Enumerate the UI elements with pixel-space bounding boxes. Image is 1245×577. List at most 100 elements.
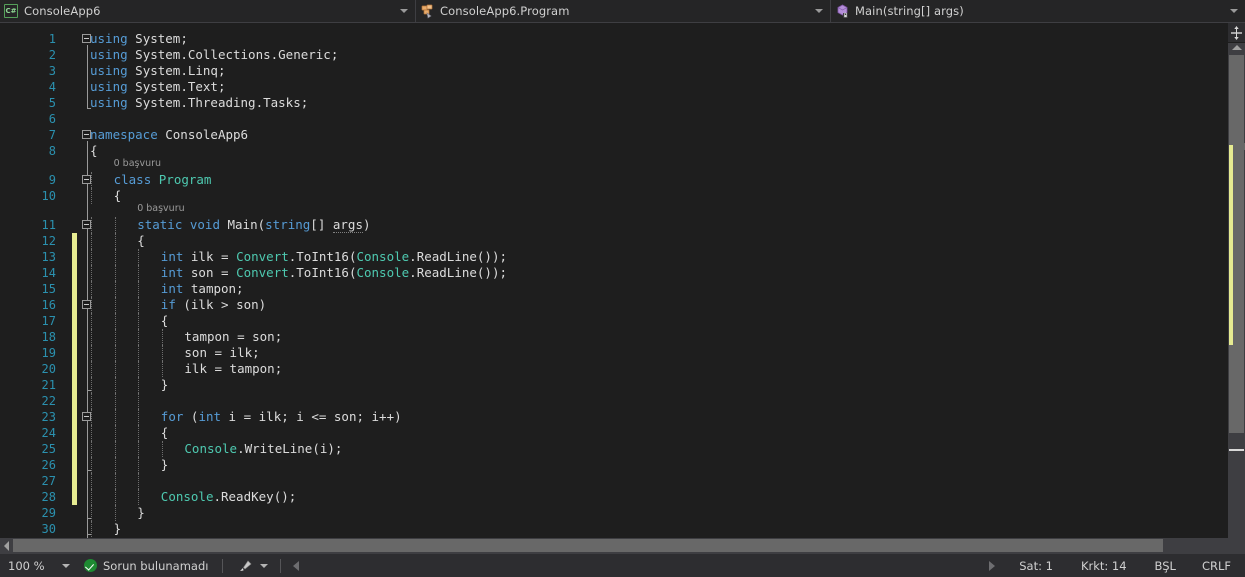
indent-guide <box>114 441 116 457</box>
code-line[interactable]: int ilk = Convert.ToInt16(Console.ReadLi… <box>161 249 507 265</box>
code-line[interactable]: { <box>161 425 169 441</box>
indent-guide <box>138 329 140 345</box>
vertical-scrollbar[interactable] <box>1228 23 1245 538</box>
indent-guide <box>91 172 92 188</box>
collapse-region-icon[interactable] <box>82 34 91 43</box>
line-number: 11 <box>41 218 56 232</box>
indent-guide <box>138 393 140 409</box>
caret-position-marker <box>1229 449 1244 451</box>
code-line[interactable]: Console.ReadKey(); <box>161 489 296 505</box>
code-line[interactable]: } <box>161 457 169 473</box>
caret-line-indicator[interactable]: Sat: 1 <box>1019 559 1053 573</box>
code-line[interactable]: ilk = tampon; <box>184 361 282 377</box>
line-number: 21 <box>41 378 56 392</box>
code-line[interactable]: { <box>114 188 122 204</box>
insert-mode-indicator[interactable]: BŞL <box>1155 559 1176 573</box>
member-selector-dropdown[interactable]: Main(string[] args) <box>831 0 1245 22</box>
code-line[interactable]: for (int i = ilk; i <= son; i++) <box>161 409 402 425</box>
line-number: 23 <box>41 410 56 424</box>
status-divider <box>280 558 282 573</box>
fold-region-line <box>87 45 88 108</box>
build-status-indicator[interactable]: Sorun bulunamadı <box>84 559 208 573</box>
success-check-icon <box>84 559 97 572</box>
code-line[interactable]: using System.Collections.Generic; <box>90 47 338 63</box>
line-number: 7 <box>48 128 56 142</box>
scroll-up-arrow[interactable] <box>1231 45 1242 50</box>
split-view-icon[interactable] <box>1228 23 1245 43</box>
chevron-down-icon[interactable] <box>260 563 269 568</box>
indent-guide <box>138 297 140 313</box>
caret-column-indicator[interactable]: Krkt: 14 <box>1081 559 1127 573</box>
code-line[interactable]: using System.Linq; <box>90 63 225 79</box>
project-selector-label: ConsoleApp6 <box>24 4 101 18</box>
horizontal-scrollbar[interactable] <box>0 538 1245 553</box>
line-number: 9 <box>48 173 56 187</box>
codelens-reference-count[interactable]: 0 başvuru <box>137 202 184 215</box>
line-number: 10 <box>41 189 56 203</box>
code-line[interactable]: int tampon; <box>161 281 244 297</box>
scroll-left-arrow[interactable] <box>4 540 9 551</box>
indent-guide <box>114 489 116 505</box>
code-line[interactable]: int son = Convert.ToInt16(Console.ReadLi… <box>161 265 507 281</box>
code-line[interactable]: tampon = son; <box>184 329 282 345</box>
codelens-reference-count[interactable]: 0 başvuru <box>114 157 161 170</box>
indent-guide <box>114 425 116 441</box>
fold-region-line <box>87 423 88 470</box>
indent-guide <box>114 393 116 409</box>
line-number: 13 <box>41 250 56 264</box>
code-line[interactable]: namespace ConsoleApp6 <box>90 127 248 143</box>
member-selector-label: Main(string[] args) <box>855 4 964 18</box>
fold-region-end <box>87 470 91 471</box>
code-line[interactable]: son = ilk; <box>184 345 259 361</box>
code-line[interactable]: using System.Text; <box>90 79 225 95</box>
nav-forward-button[interactable] <box>989 560 996 571</box>
chevron-down-icon[interactable] <box>62 563 70 568</box>
indent-guide <box>114 473 116 489</box>
class-icon <box>420 3 436 19</box>
indent-guide <box>161 441 163 457</box>
code-line[interactable]: using System; <box>90 31 188 47</box>
indent-guide <box>91 505 92 521</box>
code-line[interactable]: { <box>90 143 98 159</box>
code-line[interactable]: } <box>161 377 169 393</box>
line-number: 29 <box>41 506 56 520</box>
collapse-region-icon[interactable] <box>82 130 91 139</box>
code-line[interactable]: if (ilk > son) <box>161 297 266 313</box>
collapse-region-icon[interactable] <box>82 175 91 184</box>
project-selector-dropdown[interactable]: C# ConsoleApp6 <box>0 0 416 22</box>
fold-region-end <box>87 534 91 535</box>
chevron-down-icon[interactable] <box>815 9 823 13</box>
chevron-down-icon[interactable] <box>400 9 408 13</box>
indent-guide <box>91 345 92 361</box>
vertical-scrollbar-track[interactable] <box>1228 43 1245 538</box>
indent-guide <box>138 265 140 281</box>
build-status-label: Sorun bulunamadı <box>103 558 209 573</box>
collapse-region-icon[interactable] <box>82 220 91 229</box>
line-number: 27 <box>41 474 56 488</box>
line-number: 3 <box>48 64 56 78</box>
horizontal-scrollbar-thumb[interactable] <box>13 539 1163 552</box>
fold-region-end <box>87 108 91 109</box>
code-line[interactable]: { <box>161 313 169 329</box>
indent-guide <box>91 233 92 249</box>
indent-guide <box>161 345 163 361</box>
zoom-level-dropdown[interactable]: 100 % <box>0 554 84 577</box>
code-line[interactable]: Console.WriteLine(i); <box>184 441 342 457</box>
code-line[interactable]: using System.Threading.Tasks; <box>90 95 308 111</box>
type-selector-dropdown[interactable]: ConsoleApp6.Program <box>416 0 831 22</box>
line-ending-indicator[interactable]: CRLF <box>1202 559 1231 573</box>
code-line[interactable]: } <box>137 505 145 521</box>
line-number: 20 <box>41 362 56 376</box>
indent-guide <box>91 265 92 281</box>
code-analysis-button[interactable] <box>237 559 269 573</box>
code-editor-surface[interactable]: 1 using System; 2 using System.Collections.… <box>0 23 1228 538</box>
collapse-region-icon[interactable] <box>82 300 91 309</box>
chevron-down-icon[interactable] <box>1230 9 1238 13</box>
code-line[interactable]: { <box>137 233 145 249</box>
collapse-region-icon[interactable] <box>82 412 91 421</box>
indent-guide <box>91 457 92 473</box>
nav-back-button[interactable] <box>293 560 300 571</box>
code-line[interactable]: class Program <box>114 172 212 188</box>
code-line[interactable]: static void Main(string[] args) <box>137 217 371 233</box>
code-line[interactable]: } <box>114 521 122 537</box>
